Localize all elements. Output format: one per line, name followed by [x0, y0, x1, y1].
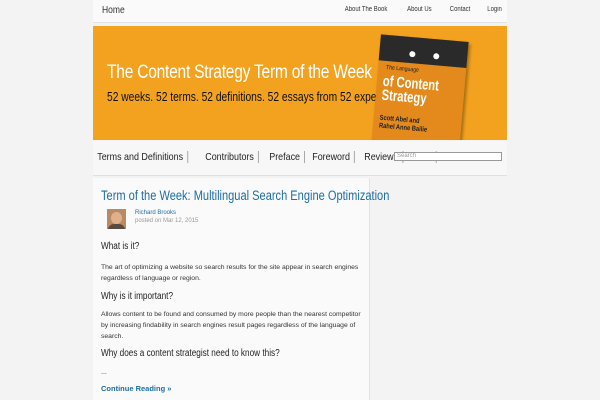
continue-reading-link[interactable]: Continue Reading » [101, 384, 171, 393]
post-title-link[interactable]: Term of the Week: Multilingual Search En… [101, 188, 389, 203]
banner-subtitle: 52 weeks. 52 terms. 52 definitions. 52 e… [107, 90, 391, 104]
top-bar: Home About The Book About Us Contact Log… [93, 0, 507, 23]
nav-item-contributors[interactable]: Contributors [201, 151, 259, 163]
book-authors: Scott Abel and Rahel Anne Bailie [379, 115, 428, 135]
search-input[interactable]: Search [394, 152, 502, 161]
section-body-what: The art of optimizing a website so searc… [101, 264, 359, 282]
section-heading-strategist: Why does a content strategist need to kn… [101, 348, 280, 359]
avatar-shirt [108, 224, 125, 229]
posted-date: posted on Mar 12, 2015 [135, 218, 199, 224]
nav-item-preface[interactable]: Preface [265, 151, 306, 163]
author-link[interactable]: Richard Brooks [135, 210, 176, 216]
nav-items: Terms and Definitions Contributors Prefa… [93, 151, 439, 163]
nav-item-terms-and-definitions[interactable]: Terms and Definitions [93, 151, 189, 163]
login-link[interactable]: Login [487, 6, 502, 13]
banner-title: The Content Strategy Term of the Week [107, 62, 372, 83]
contact-link[interactable]: Contact [450, 6, 471, 13]
section-body-why: Allows content to be found and consumed … [101, 311, 361, 340]
book-cover-image: The Language of Content Strategy Scott A… [371, 34, 469, 140]
post-content: Term of the Week: Multilingual Search En… [93, 178, 389, 400]
top-links: About The Book About Us Contact Login [327, 6, 503, 13]
avatar[interactable] [107, 209, 126, 229]
book-authors-line2: Rahel Anne Bailie [378, 122, 428, 134]
section-heading-what: What is it? [101, 241, 140, 252]
about-us-link[interactable]: About Us [407, 6, 431, 13]
nav-item-foreword[interactable]: Foreword [308, 151, 356, 163]
excerpt-ellipsis: ... [101, 369, 107, 376]
book-cover-stripe [378, 34, 469, 68]
book-title-main: of Content Strategy [380, 73, 440, 108]
home-link[interactable]: Home [102, 5, 125, 16]
avatar-face [111, 212, 122, 224]
main-nav: Terms and Definitions Contributors Prefa… [93, 141, 507, 176]
section-heading-why: Why is it important? [101, 291, 174, 302]
about-the-book-link[interactable]: About The Book [345, 6, 388, 13]
header-banner[interactable]: The Content Strategy Term of the Week 52… [93, 26, 507, 140]
book-title-line3: Strategy [380, 86, 428, 108]
